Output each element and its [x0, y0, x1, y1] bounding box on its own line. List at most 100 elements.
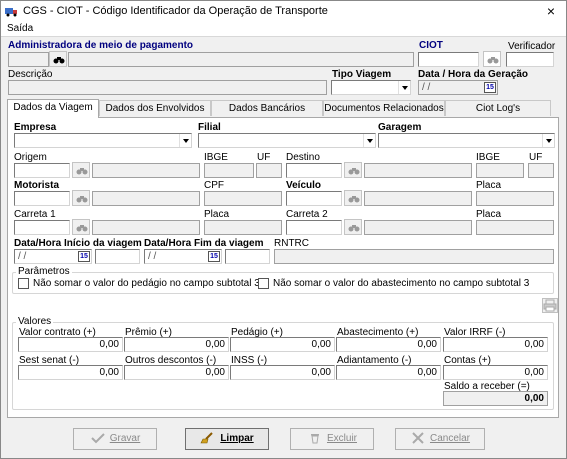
limpar-button[interactable]: Limpar [185, 428, 269, 450]
inss-field[interactable]: 0,00 [230, 365, 335, 380]
motorista-code-field[interactable] [14, 191, 70, 206]
empresa-select[interactable] [14, 133, 192, 148]
tab-ciot-logs[interactable]: Ciot Log's [445, 100, 551, 116]
nao-somar-pedagio-checkbox[interactable] [18, 278, 29, 289]
sest-senat-field[interactable]: 0,00 [18, 365, 123, 380]
excluir-label: Excluir [326, 433, 357, 444]
gravar-button[interactable]: Gravar [73, 428, 157, 450]
filial-select[interactable] [198, 133, 376, 148]
inicio-data-value: / / [18, 251, 27, 262]
carreta1-code-field[interactable] [14, 220, 70, 235]
administradora-code-field[interactable] [8, 52, 49, 67]
binoculars-icon [348, 168, 360, 175]
nao-somar-abastecimento-checkbox[interactable] [258, 278, 269, 289]
premio-field[interactable]: 0,00 [124, 337, 229, 352]
administradora-label: Administradora de meio de pagamento [8, 40, 194, 51]
cancelar-label: Cancelar [429, 433, 471, 444]
calendar-icon[interactable]: 15 [484, 82, 496, 93]
administradora-name-field[interactable] [68, 52, 414, 67]
origem-search-button[interactable] [72, 162, 90, 178]
limpar-label: Limpar [220, 433, 254, 444]
valor-contrato-field[interactable]: 0,00 [18, 337, 123, 352]
x-icon [410, 432, 426, 445]
rntrc-field[interactable] [274, 249, 554, 264]
tipo-viagem-label: Tipo Viagem [332, 69, 392, 80]
carreta2-name-field[interactable] [364, 220, 472, 235]
cpf-field[interactable] [204, 191, 282, 206]
veiculo-name-field[interactable] [364, 191, 472, 206]
excluir-button[interactable]: Excluir [290, 428, 374, 450]
tab-strip: Dados da Viagem Dados dos Envolvidos Dad… [7, 99, 551, 118]
outros-descontos-field[interactable]: 0,00 [124, 365, 229, 380]
tab-dados-envolvidos[interactable]: Dados dos Envolvidos [99, 100, 211, 116]
descricao-label: Descrição [8, 69, 53, 80]
ibge-origem-field[interactable] [204, 163, 254, 178]
tab-dados-bancarios[interactable]: Dados Bancários [211, 100, 323, 116]
data-geracao-value: / / [422, 82, 431, 93]
chevron-down-icon [363, 134, 375, 147]
valores-title: Valores [16, 316, 54, 327]
calendar-icon[interactable]: 15 [208, 251, 220, 262]
binoculars-icon [76, 196, 88, 203]
origem-code-field[interactable] [14, 163, 70, 178]
pedagio-field[interactable]: 0,00 [230, 337, 335, 352]
carreta1-name-field[interactable] [92, 220, 200, 235]
binoculars-icon [348, 196, 360, 203]
placa2-field[interactable] [204, 220, 282, 235]
tab-dados-viagem[interactable]: Dados da Viagem [7, 99, 99, 118]
adiantamento-field[interactable]: 0,00 [336, 365, 441, 380]
uf-origem-field[interactable] [256, 163, 282, 178]
cpf-label: CPF [204, 180, 224, 191]
placa-field[interactable] [476, 191, 554, 206]
abastecimento-field[interactable]: 0,00 [336, 337, 441, 352]
chevron-down-icon [542, 134, 554, 147]
tipo-viagem-select[interactable] [331, 80, 411, 95]
destino-name-field[interactable] [364, 163, 472, 178]
print-button[interactable] [542, 298, 558, 313]
menu-item-saida[interactable]: Saída [7, 23, 33, 34]
verificador-field[interactable] [506, 52, 554, 67]
close-icon[interactable]: × [541, 3, 561, 19]
garagem-select[interactable] [378, 133, 555, 148]
window-title: CGS - CIOT - Código Identificador da Ope… [23, 5, 328, 17]
carreta2-code-field[interactable] [286, 220, 342, 235]
data-geracao-field[interactable]: / / 15 [418, 80, 498, 95]
cancelar-button[interactable]: Cancelar [395, 428, 485, 450]
inicio-hora-field[interactable] [95, 249, 140, 264]
carreta2-search-button[interactable] [344, 219, 362, 235]
app-truck-icon [5, 8, 17, 17]
fim-viagem-label: Data/Hora Fim da viagem [144, 238, 264, 249]
tab-documentos-relacionados[interactable]: Documentos Relacionados [323, 100, 445, 116]
carreta1-search-button[interactable] [72, 219, 90, 235]
valor-irrf-field[interactable]: 0,00 [443, 337, 548, 352]
fim-data-value: / / [148, 251, 157, 262]
motorista-search-button[interactable] [72, 190, 90, 206]
veiculo-label: Veículo [286, 180, 322, 191]
placa-label: Placa [476, 180, 502, 191]
origem-name-field[interactable] [92, 163, 200, 178]
ibge-destino-field[interactable] [476, 163, 524, 178]
rntrc-label: RNTRC [274, 238, 309, 249]
placa3-field[interactable] [476, 220, 554, 235]
destino-search-button[interactable] [344, 162, 362, 178]
binoculars-icon [76, 168, 88, 175]
fim-data-field[interactable]: / / 15 [144, 249, 222, 264]
uf-destino-field[interactable] [528, 163, 554, 178]
saldo-receber-field: 0,00 [443, 391, 548, 406]
motorista-name-field[interactable] [92, 191, 200, 206]
calendar-icon[interactable]: 15 [78, 251, 90, 262]
veiculo-code-field[interactable] [286, 191, 342, 206]
fim-hora-field[interactable] [225, 249, 270, 264]
dados-viagem-panel: Empresa Filial Garagem Origem IBGE UF De… [7, 117, 559, 418]
veiculo-search-button[interactable] [344, 190, 362, 206]
ciot-search-button[interactable] [483, 51, 501, 67]
administradora-search-button[interactable] [49, 51, 67, 67]
destino-code-field[interactable] [286, 163, 342, 178]
contas-field[interactable]: 0,00 [443, 365, 548, 380]
descricao-field[interactable] [8, 80, 327, 95]
button-bar: Gravar Limpar Excluir Cancelar [1, 422, 566, 458]
inicio-data-field[interactable]: / / 15 [14, 249, 92, 264]
uf-label: UF [257, 152, 271, 163]
ibge-label: IBGE [204, 152, 228, 163]
ciot-field[interactable] [418, 52, 479, 67]
